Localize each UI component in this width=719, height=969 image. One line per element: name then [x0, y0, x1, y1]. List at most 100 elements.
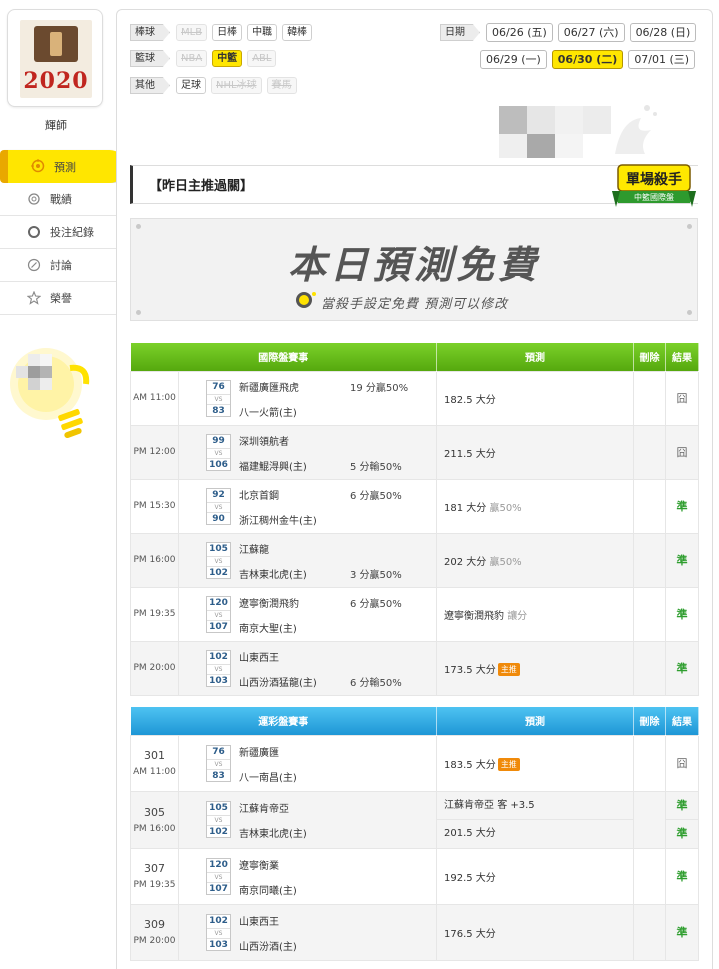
header-delete: 刪除 — [633, 707, 666, 735]
filter-npb[interactable]: 日棒 — [212, 24, 243, 41]
result-cell: 準 — [665, 532, 699, 588]
game: 120 VS 107 遼寧衡業 南京同曦(主) — [179, 849, 436, 904]
result-line: 準 — [666, 792, 698, 820]
header-predict: 預測 — [436, 343, 634, 371]
date-0627[interactable]: 06/27 (六) — [557, 23, 625, 42]
game-time-label: AM 11:00 — [133, 767, 176, 777]
medal-icon — [28, 193, 40, 205]
filter-abl: ABL — [247, 50, 277, 67]
score-box: 105 VS 102 — [206, 541, 231, 579]
sidebar-item-label: 投注紀錄 — [50, 226, 94, 239]
filter-cba[interactable]: 中籃 — [212, 50, 243, 67]
filter-label: 棒球 — [130, 24, 170, 41]
avatar-year: 2020 — [23, 68, 89, 94]
main-pick-tag: 主推 — [497, 757, 520, 771]
header-event: 運彩盤賽事 — [130, 707, 437, 735]
date-0629[interactable]: 06/29 (一) — [480, 50, 547, 69]
home-score: 107 — [209, 883, 228, 894]
handicap-line: 6 分贏50% — [350, 598, 402, 610]
prediction: 202 大分 贏50% — [436, 532, 634, 588]
result-cell: 準準 — [665, 790, 699, 849]
game: 76 VS 83 新疆廣匯 八一南昌(主) — [179, 736, 436, 791]
delete-cell[interactable] — [633, 903, 666, 961]
delete-cell[interactable] — [633, 734, 666, 792]
score-box: 120 VS 107 — [206, 857, 231, 895]
game-number: 307 — [144, 862, 165, 875]
game-time: 305 PM 16:00 — [130, 790, 179, 849]
ring-icon — [28, 226, 40, 238]
game: 105 VS 102 江蘇肯帝亞 吉林東北虎(主) — [179, 792, 436, 847]
date-0630[interactable]: 06/30 (二) — [551, 50, 624, 69]
prediction-line: 201.5 大分 — [437, 820, 633, 848]
prediction-value: 183.5 大分 — [444, 759, 496, 771]
sidebar-item-honor[interactable]: 榮譽 — [0, 282, 116, 315]
filter-kbo[interactable]: 韓棒 — [282, 24, 313, 41]
home-score: 107 — [209, 621, 228, 632]
prediction-value: 211.5 大分 — [444, 448, 496, 460]
table-header: 國際盤賽事 預測 刪除 結果 — [130, 343, 699, 371]
lottery-table: 運彩盤賽事 預測 刪除 結果 301 AM 11:00 76 VS 83 新疆廣匯 八一南昌… — [130, 707, 699, 961]
banner-subtitle: 當殺手設定免費 預測可以修改 — [321, 297, 509, 312]
game: 120 VS 107 遼寧衡潤飛豹 南京大聖(主) 6 分贏50% — [179, 588, 436, 641]
sidebar-item-bets[interactable]: 投注紀錄 — [0, 216, 116, 249]
game: 102 VS 103 山東西王 山西汾酒(主) — [179, 905, 436, 960]
date-0626[interactable]: 06/26 (五) — [486, 23, 553, 42]
prediction-value: 遼寧衡潤飛豹 — [444, 610, 504, 622]
home-team: 吉林東北虎(主) — [239, 569, 307, 581]
game-cell: 120 VS 107 遼寧衡潤飛豹 南京大聖(主) 6 分贏50% — [178, 586, 437, 642]
filter-cpbl[interactable]: 中職 — [247, 24, 278, 41]
game-cell: 76 VS 83 新疆廣匯飛虎 八一火箭(主) 19 分贏50% — [178, 370, 437, 426]
vs-label: VS — [207, 663, 230, 675]
sidebar-item-discuss[interactable]: 討論 — [0, 249, 116, 282]
sidebar-item-label: 榮譽 — [50, 292, 72, 305]
delete-cell[interactable] — [633, 586, 666, 642]
chat-icon — [27, 258, 41, 272]
home-team: 山西汾酒(主) — [239, 941, 297, 953]
handicap-line: 19 分贏50% — [350, 382, 409, 394]
game: 99 VS 106 深圳領航者 福建鯤淂興(主) 5 分輸50% — [179, 426, 436, 479]
home-score: 102 — [209, 827, 228, 837]
sidebar: 2020 輝師 預測 戰績 投注紀錄 討論 榮譽 — [0, 0, 126, 969]
result-cell: 準 — [665, 478, 699, 534]
filter-horse: 賽馬 — [266, 77, 297, 94]
delete-cell[interactable] — [633, 532, 666, 588]
away-team: 新疆廣匯 — [239, 747, 279, 759]
result-cell: 囧 — [665, 734, 699, 792]
game-time: 301 AM 11:00 — [130, 734, 179, 792]
filter-label: 日期 — [440, 24, 480, 41]
away-score: 76 — [212, 381, 225, 392]
score-box: 105 VS 102 — [206, 801, 231, 838]
table-row: AM 11:00 76 VS 83 新疆廣匯飛虎 八一火箭(主) 19 分贏50% 182.5… — [130, 370, 699, 426]
result-line: 準 — [676, 826, 688, 840]
date-0701[interactable]: 07/01 (三) — [628, 50, 696, 69]
delete-cell[interactable] — [633, 847, 666, 905]
game-cell: 120 VS 107 遼寧衡業 南京同曦(主) — [178, 847, 437, 905]
score-box: 102 VS 103 — [206, 649, 231, 687]
sidebar-item-predict[interactable]: 預測 — [0, 150, 126, 183]
delete-cell[interactable] — [633, 370, 666, 426]
header-result: 結果 — [665, 707, 699, 735]
delete-cell[interactable] — [633, 790, 666, 849]
game-time: PM 15:30 — [130, 478, 179, 534]
table-row: PM 15:30 92 VS 90 北京首鋼 浙江稠州金牛(主) 6 分贏50% 181 大分… — [130, 478, 699, 534]
delete-cell[interactable] — [633, 640, 666, 696]
sidebar-item-record[interactable]: 戰績 — [0, 183, 116, 216]
prediction-value: 192.5 大分 — [444, 872, 496, 884]
game-cell: 92 VS 90 北京首鋼 浙江稠州金牛(主) 6 分贏50% — [178, 478, 437, 534]
game-cell: 102 VS 103 山東西王 山西汾酒猛龍(主) 6 分輸50% — [178, 640, 437, 696]
avatar[interactable]: 2020 — [7, 9, 103, 107]
home-score: 90 — [212, 513, 225, 524]
filter-soccer[interactable]: 足球 — [176, 77, 206, 94]
table-row: 305 PM 16:00 105 VS 102 江蘇肯帝亞 吉林東北虎(主) 江蘇肯帝亞 客 … — [130, 790, 699, 849]
delete-cell[interactable] — [633, 424, 666, 480]
away-team: 山東西王 — [239, 916, 279, 928]
table-row: PM 16:00 105 VS 102 江蘇龍 吉林東北虎(主) 3 分贏50% 202 大分… — [130, 532, 699, 588]
delete-cell[interactable] — [633, 478, 666, 534]
away-team: 北京首鋼 — [239, 490, 279, 502]
prediction: 192.5 大分 — [436, 847, 634, 905]
date-0628[interactable]: 06/28 (日) — [629, 23, 697, 42]
game: 102 VS 103 山東西王 山西汾酒猛龍(主) 6 分輸50% — [179, 642, 436, 695]
home-team: 吉林東北虎(主) — [239, 829, 307, 840]
main-pick-tag: 主推 — [497, 662, 520, 676]
home-team: 福建鯤淂興(主) — [239, 461, 307, 473]
